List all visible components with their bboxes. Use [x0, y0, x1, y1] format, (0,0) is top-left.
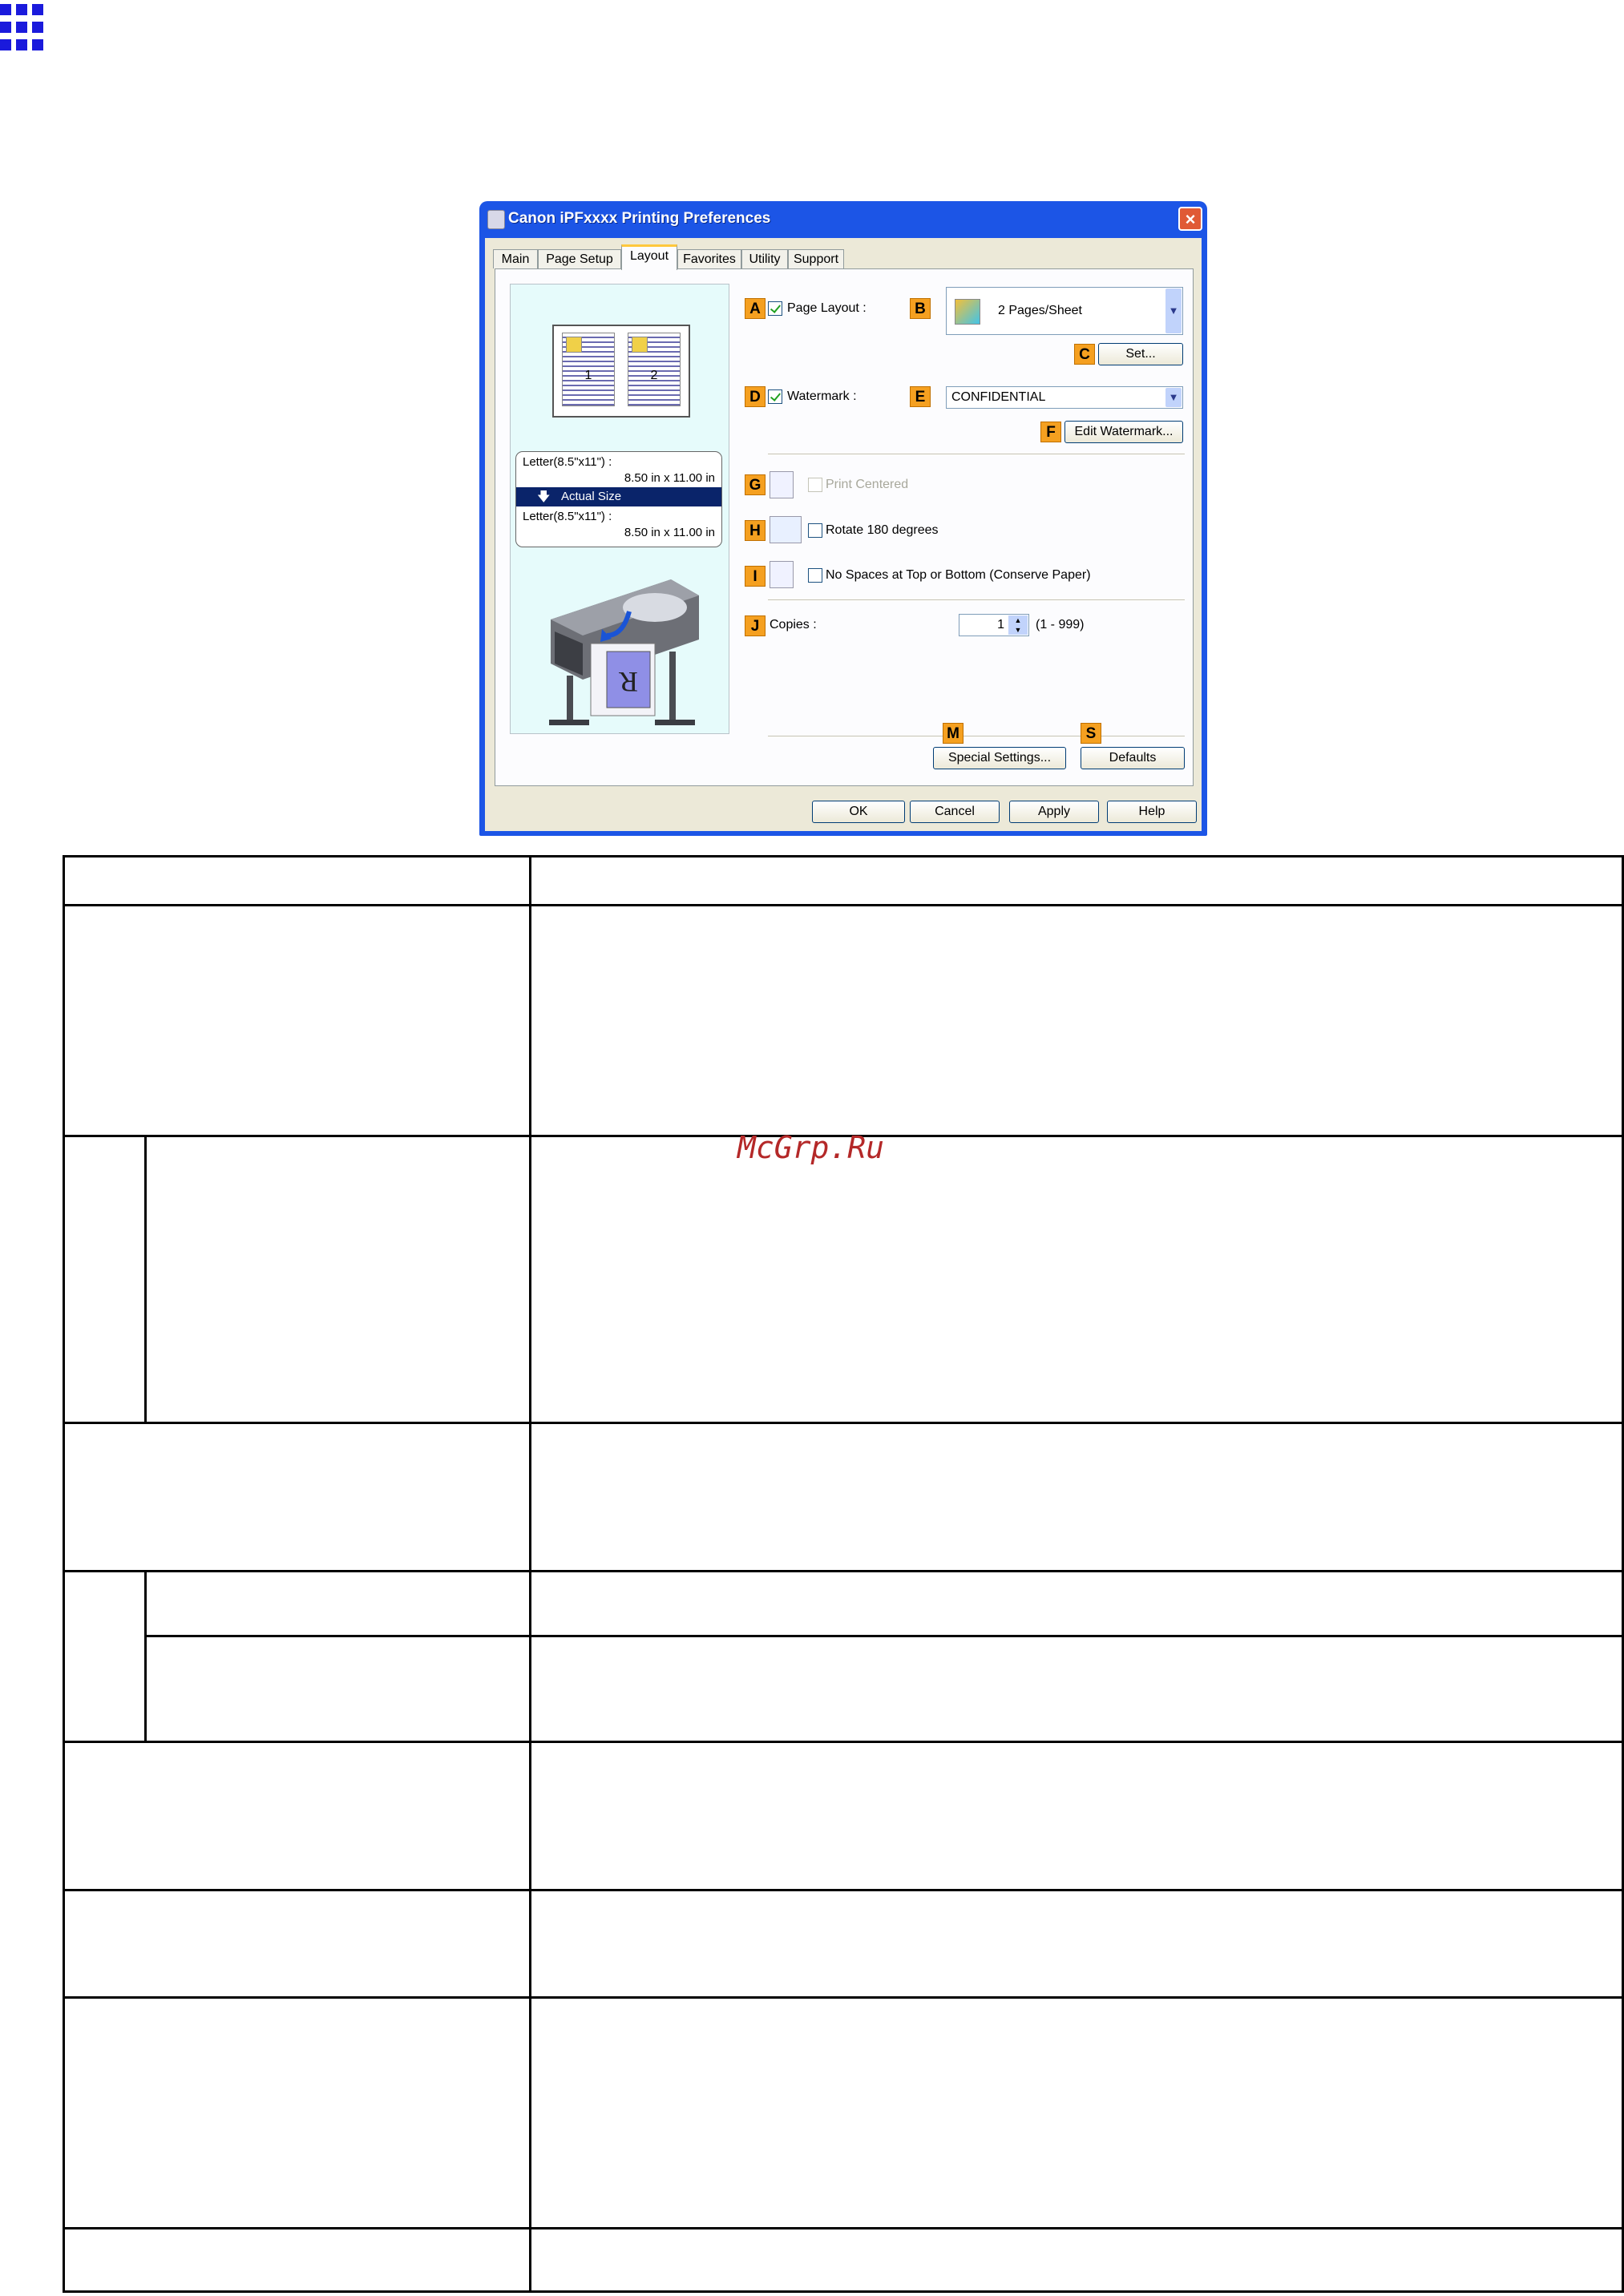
table-border-bottom [63, 2290, 1624, 2293]
layout-tab-panel: 1 2 Letter(8.5"x11") : 8.50 in x 11.00 i… [495, 268, 1194, 786]
tab-page-setup[interactable]: Page Setup [538, 249, 621, 268]
callout-m: M [943, 723, 963, 744]
preview-page-2: 2 [628, 333, 681, 406]
output-size-dims: 8.50 in x 11.00 in [624, 526, 715, 539]
close-button[interactable]: × [1178, 207, 1202, 231]
watermark-checkbox[interactable] [768, 389, 782, 404]
callout-h: H [745, 520, 766, 541]
page-layout-label: Page Layout : [787, 301, 867, 315]
table-row-divider [63, 904, 1624, 906]
copies-value: 1 [997, 618, 1004, 632]
table-indent-divider [144, 1570, 147, 1742]
callout-b: B [910, 298, 931, 319]
table-border-top [63, 855, 1624, 857]
table-row-divider [63, 1889, 1624, 1891]
preview-page-number: 2 [650, 369, 658, 382]
callout-f: F [1040, 422, 1061, 442]
callout-s: S [1081, 723, 1101, 744]
pages-sheet-icon [955, 299, 980, 325]
edit-watermark-button[interactable]: Edit Watermark... [1064, 421, 1183, 443]
defaults-button[interactable]: Defaults [1081, 747, 1185, 769]
callout-j: J [745, 615, 766, 636]
site-watermark: McGrp.Ru [737, 1130, 885, 1165]
output-size-label: Letter(8.5"x11") : [523, 510, 612, 523]
tab-main[interactable]: Main [493, 249, 538, 268]
table-row-divider [63, 1741, 1624, 1743]
preview-page-number: 1 [584, 369, 592, 382]
table-indent-divider [144, 1135, 147, 1423]
printer-illustration: R [549, 579, 699, 725]
preview-page-1: 1 [562, 333, 615, 406]
divider [768, 736, 1185, 737]
watermark-select[interactable]: CONFIDENTIAL ▼ [946, 386, 1183, 409]
callout-a: A [745, 298, 766, 319]
conserve-paper-icon [770, 561, 794, 588]
pages-per-sheet-select[interactable]: 2 Pages/Sheet ▼ [946, 287, 1183, 335]
scale-bar: 🡇 Actual Size [516, 487, 721, 506]
copies-spinner[interactable]: 1 ▲ ▼ [959, 614, 1029, 636]
print-centered-label: Print Centered [826, 478, 909, 491]
help-button[interactable]: Help [1107, 801, 1197, 823]
tab-layout[interactable]: Layout [621, 244, 677, 270]
page-thumbnail-icon [566, 337, 582, 353]
table-row-divider [63, 1422, 1624, 1424]
printing-preferences-dialog: Canon iPFxxxx Printing Preferences × Mai… [479, 201, 1207, 836]
paper-size-summary: Letter(8.5"x11") : 8.50 in x 11.00 in 🡇 … [515, 451, 722, 547]
callout-c: C [1074, 344, 1095, 365]
copies-label: Copies : [770, 618, 817, 632]
page-layout-checkbox[interactable] [768, 301, 782, 316]
chevron-down-icon[interactable]: ▼ [1165, 289, 1182, 333]
no-spaces-checkbox[interactable] [808, 568, 822, 583]
rotate-180-checkbox[interactable] [808, 523, 822, 538]
page-thumbnail-icon [632, 337, 648, 353]
rotate-icon [770, 516, 802, 543]
tab-support[interactable]: Support [788, 249, 844, 268]
print-centered-checkbox[interactable] [808, 478, 822, 492]
callout-i: I [745, 566, 766, 587]
table-row-divider [63, 1570, 1624, 1572]
no-spaces-label: No Spaces at Top or Bottom (Conserve Pap… [826, 568, 1091, 582]
watermark-value: CONFIDENTIAL [951, 390, 1046, 404]
apply-button[interactable]: Apply [1009, 801, 1099, 823]
layout-preview-sheet: 1 2 [552, 325, 690, 418]
title-bar: Canon iPFxxxx Printing Preferences × [479, 201, 1207, 238]
special-settings-button[interactable]: Special Settings... [933, 747, 1066, 769]
printer-app-icon [487, 210, 505, 229]
table-row-divider [63, 1996, 1624, 1999]
copies-range: (1 - 999) [1036, 618, 1085, 632]
callout-d: D [745, 386, 766, 407]
original-size-dims: 8.50 in x 11.00 in [624, 471, 715, 485]
rotate-180-label: Rotate 180 degrees [826, 523, 939, 537]
svg-text:R: R [619, 666, 638, 698]
down-arrow-icon: 🡇 [537, 490, 551, 504]
dialog-title: Canon iPFxxxx Printing Preferences [508, 210, 771, 227]
set-button[interactable]: Set... [1098, 343, 1183, 365]
section-grid-icon [0, 4, 46, 52]
divider [768, 599, 1185, 601]
tab-favorites[interactable]: Favorites [677, 249, 741, 268]
divider [768, 454, 1185, 455]
ok-button[interactable]: OK [812, 801, 905, 823]
table-subrow-divider [146, 1635, 1624, 1637]
dialog-client-area: Main Page Setup Layout Favorites Utility… [485, 238, 1202, 831]
chevron-down-icon[interactable]: ▼ [1165, 388, 1182, 407]
spin-down-icon[interactable]: ▼ [1008, 625, 1028, 635]
cancel-button[interactable]: Cancel [910, 801, 1000, 823]
spin-up-icon[interactable]: ▲ [1008, 615, 1028, 625]
table-column-divider [529, 855, 531, 2293]
watermark-label: Watermark : [787, 389, 857, 403]
original-size-label: Letter(8.5"x11") : [523, 455, 612, 469]
print-centered-icon [770, 471, 794, 498]
scale-label: Actual Size [561, 490, 622, 503]
table-row-divider [63, 2227, 1624, 2229]
callout-g: G [745, 474, 766, 495]
tab-utility[interactable]: Utility [741, 249, 788, 268]
preview-area: 1 2 Letter(8.5"x11") : 8.50 in x 11.00 i… [510, 284, 729, 734]
pages-per-sheet-value: 2 Pages/Sheet [998, 304, 1082, 317]
table-border-left [63, 855, 65, 2293]
callout-e: E [910, 386, 931, 407]
